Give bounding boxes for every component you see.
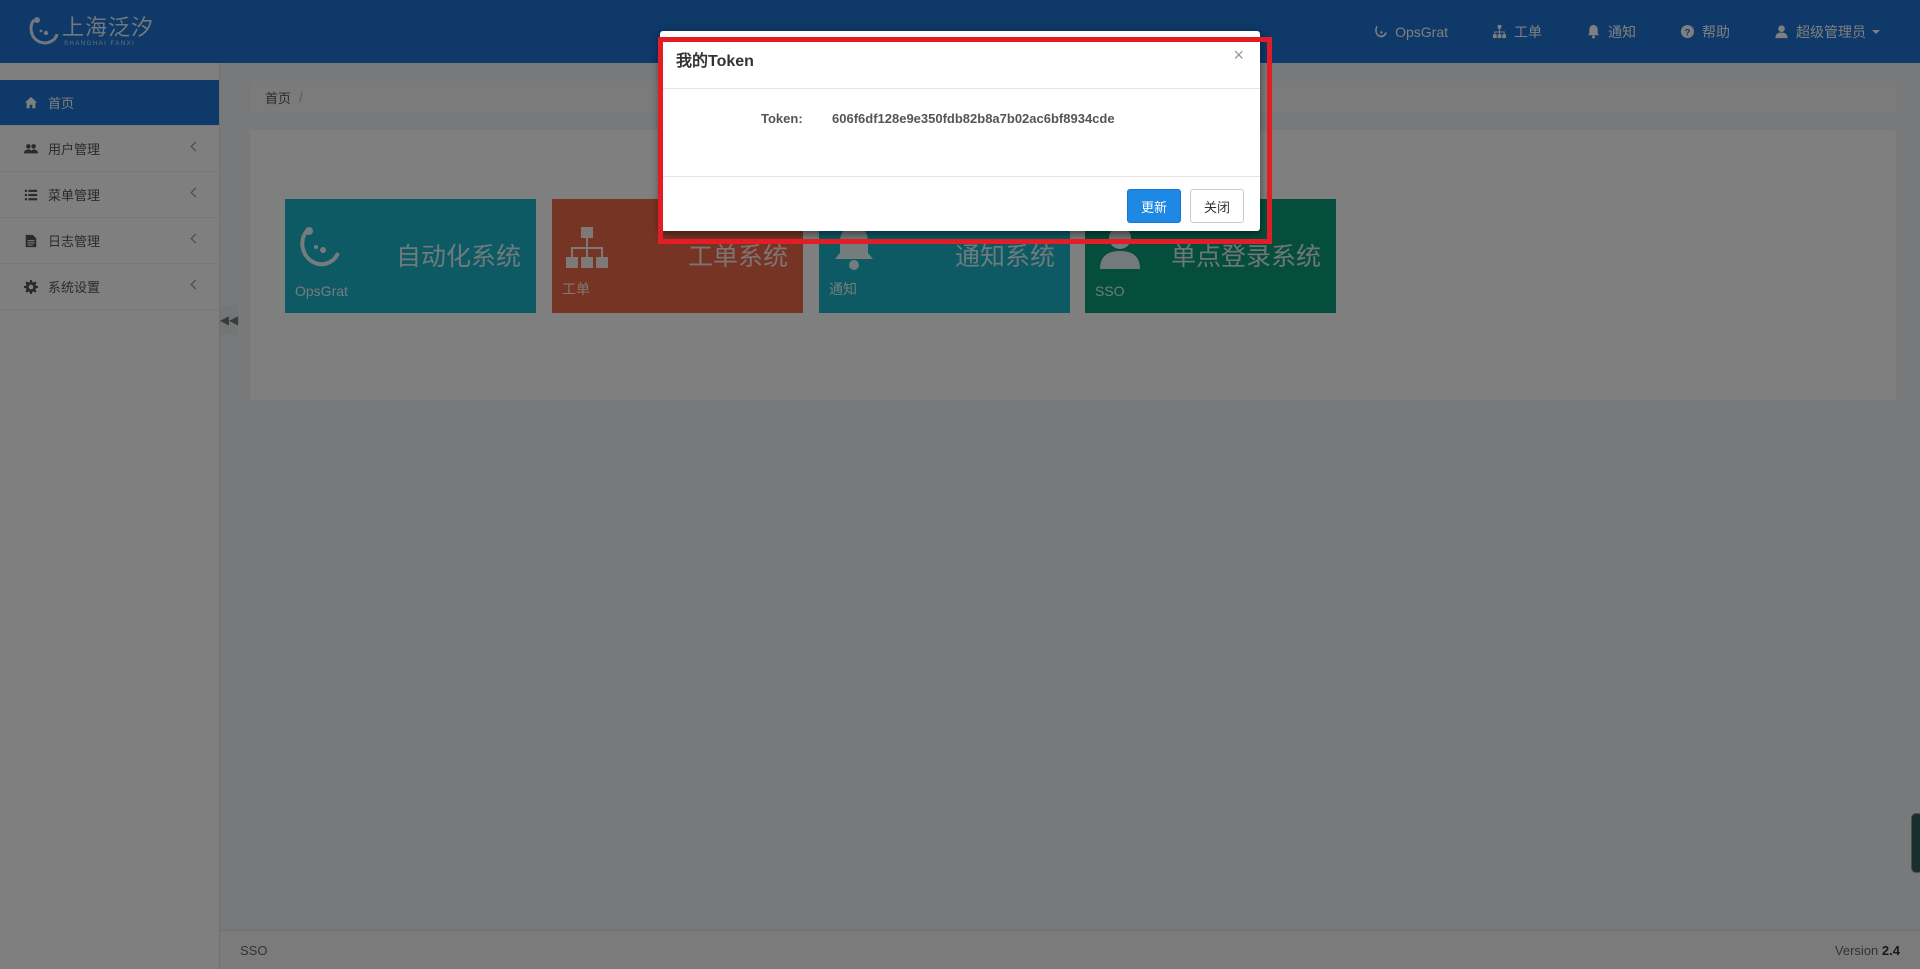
- close-icon[interactable]: ×: [1233, 45, 1244, 66]
- modal-footer: 更新 关闭: [660, 177, 1260, 231]
- token-value: 606f6df128e9e350fdb82b8a7b02ac6bf8934cde: [832, 111, 1115, 126]
- modal-title: 我的Token: [676, 53, 754, 70]
- token-modal: 我的Token × Token: 606f6df128e9e350fdb82b8…: [660, 31, 1260, 231]
- update-token-button[interactable]: 更新: [1127, 189, 1181, 223]
- token-label: Token:: [761, 111, 803, 126]
- modal-body: Token: 606f6df128e9e350fdb82b8a7b02ac6bf…: [660, 89, 1260, 177]
- modal-header: 我的Token ×: [660, 31, 1260, 89]
- close-button[interactable]: 关闭: [1190, 189, 1244, 223]
